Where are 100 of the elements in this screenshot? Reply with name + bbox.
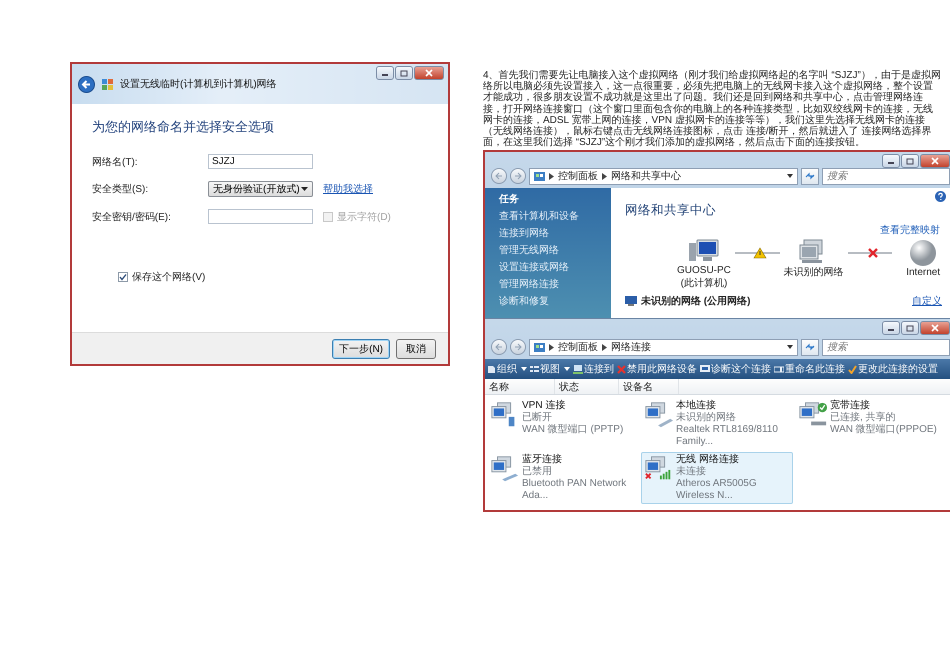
- node-label: 未识别的网络: [784, 266, 844, 280]
- toolbar-button[interactable]: 视图: [530, 362, 570, 376]
- network-name-field[interactable]: SJZJ: [208, 154, 313, 169]
- connection-status: 未连接: [676, 466, 707, 478]
- close-icon: [931, 157, 939, 166]
- node-label: GUOSU-PC: [677, 265, 731, 276]
- address-field[interactable]: 控制面板 网络连接: [529, 338, 798, 356]
- refresh-button[interactable]: [801, 168, 819, 185]
- caret-icon: [301, 186, 308, 192]
- close-button[interactable]: [920, 321, 950, 336]
- refresh-button[interactable]: [801, 338, 819, 356]
- toolbar-button[interactable]: 禁用此网络设备: [617, 362, 697, 376]
- search-field[interactable]: 搜索: [822, 168, 950, 185]
- column-header[interactable]: 设备名: [619, 379, 679, 394]
- network-name: 未识别的网络 (公用网络): [641, 294, 750, 308]
- device-name: Realtek RTL8169/8110 Family...: [676, 424, 779, 448]
- forward-button[interactable]: [510, 339, 526, 356]
- minimize-button[interactable]: [376, 66, 394, 80]
- customize-link[interactable]: 自定义: [912, 294, 942, 308]
- field-label: 安全类型(S):: [92, 182, 150, 196]
- task-link[interactable]: 管理网络连接: [499, 277, 611, 292]
- maximize-button[interactable]: [395, 66, 413, 80]
- task-link[interactable]: 连接到网络: [499, 226, 611, 240]
- disable-icon: [617, 364, 626, 374]
- task-link[interactable]: 设置连接或网络: [499, 260, 611, 274]
- toolbar-button[interactable]: 重命名此连接: [774, 362, 845, 376]
- column-header[interactable]: 名称: [485, 379, 555, 394]
- connection-item[interactable]: 蓝牙连接 已禁用 Bluetooth PAN Network Ada...: [487, 452, 639, 504]
- connection-item[interactable]: 无线 网络连接 未连接 Atheros AR5005G Wireless N...: [641, 452, 793, 504]
- network-wizard-icon: [101, 78, 114, 90]
- window-title: 设置无线临时(计算机到计算机)网络: [120, 78, 277, 91]
- field-label: 安全密钥/密码(E):: [92, 210, 172, 224]
- dropdown-caret-icon: [787, 174, 793, 178]
- broken-link-drawing: [848, 247, 892, 260]
- maximize-icon: [400, 70, 408, 76]
- article-paragraph: 4、首先我们需要先让电脑接入这个虚拟网络（刚才我们给虚拟网络起的名字叫 “SJZJ”），由于是虚拟网络所以电脑必须先设置接入，这一点很重要，必须先把电脑上的无线网卡接入这个虚拟网络，整个设置才能成功，很多朋友设置不成功就是这里出了问题。我们还是回到网络和共享中心，点击管理网络连接，打开网络连接窗口（这个窗口里面包含你的电脑上的各种连接类型，比如双绞线网卡的连接，无线网卡的连接，ADSL 宽带上网的连接，VPN 虚拟网卡的连接等等），我们这里先选择无线网卡的连接（无线网络连接），鼠标右键点击无线网络连接图标，点击 连接/断开，然后就进入了 连接网络选择界面，在这里我们选择 “SJZJ”这个刚才我们添加的虚拟网络，然后点击下面的连接按钮。: [483, 70, 942, 148]
- connection-name: 宽带连接: [830, 400, 871, 412]
- field-label: 网络名(T):: [92, 156, 139, 168]
- checkbox[interactable]: [118, 272, 128, 282]
- close-button[interactable]: [920, 154, 950, 168]
- close-icon: [425, 69, 433, 77]
- search-field[interactable]: 搜索: [822, 338, 950, 356]
- address-field[interactable]: 控制面板 网络和共享中心: [529, 168, 798, 185]
- checkbox-label: 保存这个网络(V): [132, 270, 206, 284]
- toolbar-button[interactable]: 诊断这个连接: [700, 362, 771, 376]
- maximize-button[interactable]: [901, 321, 919, 336]
- breadcrumb-arrow-icon: [602, 344, 607, 351]
- connection-status: 已断开: [522, 412, 553, 424]
- node-label: Internet: [906, 267, 940, 278]
- device-name: Atheros AR5005G Wireless N...: [676, 478, 758, 502]
- back-button[interactable]: [78, 76, 95, 92]
- checkmark-icon: [848, 364, 857, 374]
- breadcrumb-item[interactable]: 控制面板: [558, 169, 598, 184]
- refresh-icon: [805, 343, 815, 352]
- toolbar-button[interactable]: 更改此连接的设置: [848, 362, 938, 376]
- back-arrow-icon: [495, 343, 503, 352]
- forward-button[interactable]: [510, 168, 526, 184]
- forward-arrow-icon: [514, 343, 522, 352]
- connection-name: 蓝牙连接: [522, 454, 563, 466]
- network-icon: [625, 296, 637, 306]
- device-name: Bluetooth PAN Network Ada...: [522, 478, 628, 502]
- close-button[interactable]: [414, 66, 444, 80]
- connection-status: 已禁用: [522, 466, 553, 478]
- next-button[interactable]: 下一步(N): [332, 338, 390, 358]
- breadcrumb-arrow-icon: [549, 172, 554, 180]
- dropdown-caret-icon: [787, 345, 793, 350]
- maximize-button[interactable]: [901, 154, 919, 168]
- connection-item[interactable]: VPN 连接 已断开 WAN 微型端口 (PPTP): [487, 398, 639, 450]
- page-heading: 网络和共享中心: [625, 202, 717, 220]
- connection-item[interactable]: 宽带连接 已连接, 共享的 WAN 微型端口(PPPOE): [795, 398, 947, 450]
- dialog-heading: 为您的网络命名并选择安全选项: [92, 118, 275, 136]
- node-sublabel: (此计算机): [680, 276, 728, 290]
- minimize-button[interactable]: [882, 154, 900, 168]
- breadcrumb-item[interactable]: 网络连接: [611, 340, 651, 354]
- full-map-link[interactable]: 查看完整映射: [880, 223, 940, 238]
- view-icon: [530, 364, 539, 374]
- task-link[interactable]: 管理无线网络: [499, 243, 611, 258]
- help-link[interactable]: 帮助我选择: [323, 182, 428, 196]
- breadcrumb-item[interactable]: 控制面板: [558, 340, 598, 354]
- warning-link-drawing: [734, 247, 780, 260]
- toolbar-button[interactable]: 组织: [487, 362, 527, 376]
- connect-icon: [573, 364, 583, 374]
- column-header[interactable]: 状态: [555, 379, 619, 394]
- maximize-icon: [906, 324, 914, 332]
- globe-icon: [909, 239, 938, 268]
- toolbar-button[interactable]: 连接到: [573, 362, 614, 376]
- connection-status: 未识别的网络: [676, 412, 737, 424]
- security-type-dropdown[interactable]: 无身份验证(开放式): [208, 181, 313, 197]
- connection-item[interactable]: 本地连接 未识别的网络 Realtek RTL8169/8110 Family...: [641, 398, 793, 450]
- breadcrumb-item[interactable]: 网络和共享中心: [611, 169, 681, 184]
- cancel-button[interactable]: 取消: [396, 338, 436, 358]
- help-icon[interactable]: [935, 191, 946, 202]
- task-link[interactable]: 查看计算机和设备: [499, 209, 611, 224]
- security-key-field[interactable]: [208, 209, 313, 224]
- connection-status: 已连接, 共享的: [830, 412, 897, 424]
- control-panel-icon: [534, 342, 545, 353]
- breadcrumb-arrow-icon: [549, 344, 554, 351]
- minimize-button[interactable]: [882, 321, 900, 336]
- connection-name: 无线 网络连接: [676, 454, 740, 466]
- close-icon: [931, 324, 939, 332]
